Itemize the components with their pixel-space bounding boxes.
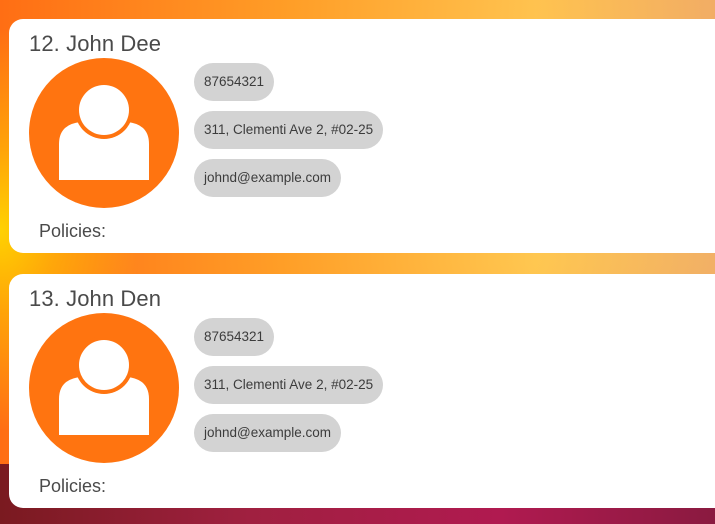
contact-details: 87654321 311, Clementi Ave 2, #02-25 joh… <box>194 318 384 462</box>
contact-name: 12. John Dee <box>29 31 162 56</box>
contact-details: 87654321 311, Clementi Ave 2, #02-25 joh… <box>194 63 384 207</box>
contact-name: 13. John Den <box>29 286 162 311</box>
policies-label: Policies: <box>39 221 107 241</box>
email-chip: johnd@example.com <box>194 159 342 197</box>
address-chip: 311, Clementi Ave 2, #02-25 <box>194 111 384 149</box>
window-background: 12. John Dee 87654321 311, Clementi Ave … <box>0 0 715 524</box>
email-chip: johnd@example.com <box>194 414 342 452</box>
contact-card[interactable]: 12. John Dee 87654321 311, Clementi Ave … <box>9 19 715 253</box>
policies-label: Policies: <box>39 476 107 496</box>
phone-chip: 87654321 <box>194 63 275 101</box>
phone-chip: 87654321 <box>194 318 275 356</box>
contact-card[interactable]: 13. John Den 87654321 311, Clementi Ave … <box>9 274 715 508</box>
address-chip: 311, Clementi Ave 2, #02-25 <box>194 366 384 404</box>
user-avatar-icon <box>29 58 179 208</box>
user-avatar-icon <box>29 313 179 463</box>
